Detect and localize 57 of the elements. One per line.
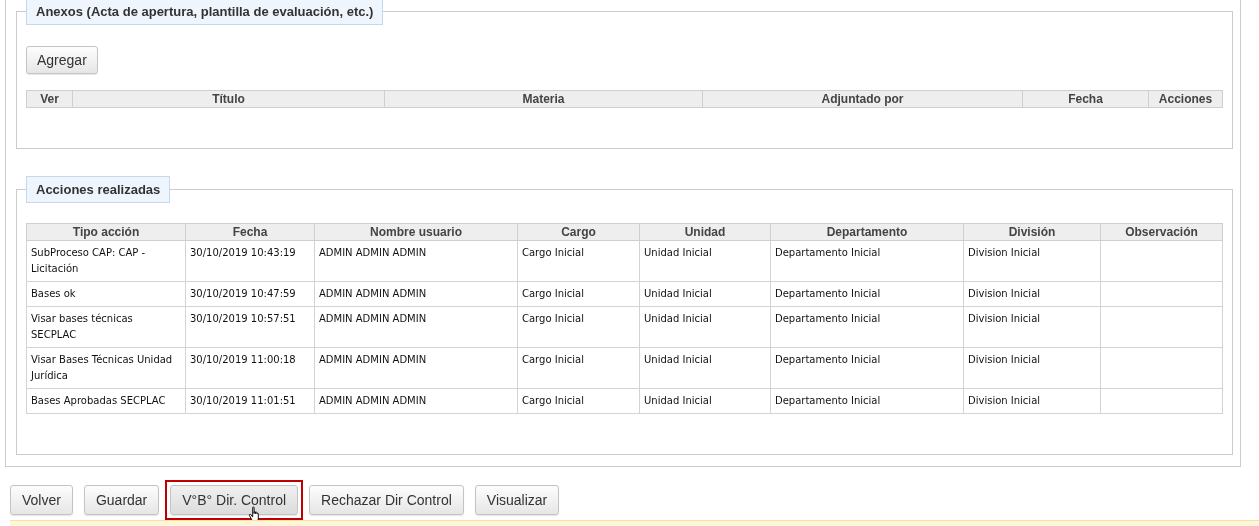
table-cell: Division Inicial [963,306,1101,348]
column-header: División [963,223,1101,241]
table-cell: 30/10/2019 11:01:51 [185,388,315,414]
table-cell: Unidad Inicial [639,388,771,414]
table-cell: ADMIN ADMIN ADMIN [314,306,518,348]
action-button[interactable]: Visualizar [474,485,560,515]
table-cell: Departamento Inicial [770,347,964,389]
table-cell: Unidad Inicial [639,240,771,282]
column-header: Fecha [185,223,315,241]
section-legend: Anexos (Acta de apertura, plantilla de evaluación, etc.) [26,0,384,25]
column-header: Título [72,90,385,108]
table-cell: Division Inicial [963,281,1101,307]
table-cell: Cargo Inicial [517,306,640,348]
add-button[interactable]: Agregar [26,46,98,74]
table-cell: ADMIN ADMIN ADMIN [314,240,518,282]
table-cell: 30/10/2019 10:47:59 [185,281,315,307]
table-cell: Bases ok [26,281,186,307]
column-header: Materia [384,90,703,108]
table-cell: Division Inicial [963,240,1101,282]
table-cell: Cargo Inicial [517,388,640,414]
table-cell: ADMIN ADMIN ADMIN [314,281,518,307]
table-cell: Division Inicial [963,347,1101,389]
table-cell: Visar bases técnicas SECPLAC [26,306,186,348]
table-cell: Departamento Inicial [770,388,964,414]
column-header: Acciones [1148,90,1223,108]
table-cell: Division Inicial [963,388,1101,414]
column-header: Nombre usuario [314,223,518,241]
table-cell: Departamento Inicial [770,306,964,348]
table-cell: 30/10/2019 11:00:18 [185,347,315,389]
table-cell: 30/10/2019 10:43:19 [185,240,315,282]
table-cell: SubProceso CAP: CAP - Licitación [26,240,186,282]
column-header: Departamento [770,223,964,241]
table-cell: Cargo Inicial [517,347,640,389]
column-header: Tipo acción [26,223,186,241]
table-cell: 30/10/2019 10:57:51 [185,306,315,348]
table-cell: Visar Bases Técnicas Unidad Jurídica [26,347,186,389]
table-cell: Departamento Inicial [770,281,964,307]
table-cell: Bases Aprobadas SECPLAC [26,388,186,414]
column-header: Ver [26,90,73,108]
section-legend: Acciones realizadas [26,176,171,203]
action-button[interactable]: Volver [10,485,73,515]
column-header: Unidad [639,223,771,241]
column-header: Cargo [517,223,640,241]
table-cell: ADMIN ADMIN ADMIN [314,388,518,414]
column-header: Observación [1100,223,1223,241]
table-cell: Unidad Inicial [639,281,771,307]
table-cell: ADMIN ADMIN ADMIN [314,347,518,389]
table-cell: Departamento Inicial [770,240,964,282]
column-header: Adjuntado por [702,90,1023,108]
table-cell: Unidad Inicial [639,306,771,348]
table-cell: Cargo Inicial [517,281,640,307]
table-cell: Cargo Inicial [517,240,640,282]
table-cell: Unidad Inicial [639,347,771,389]
action-button[interactable]: Rechazar Dir Control [309,485,464,515]
action-button[interactable]: V°B° Dir. Control [170,485,299,515]
column-header: Fecha [1022,90,1149,108]
action-button[interactable]: Guardar [83,485,160,515]
